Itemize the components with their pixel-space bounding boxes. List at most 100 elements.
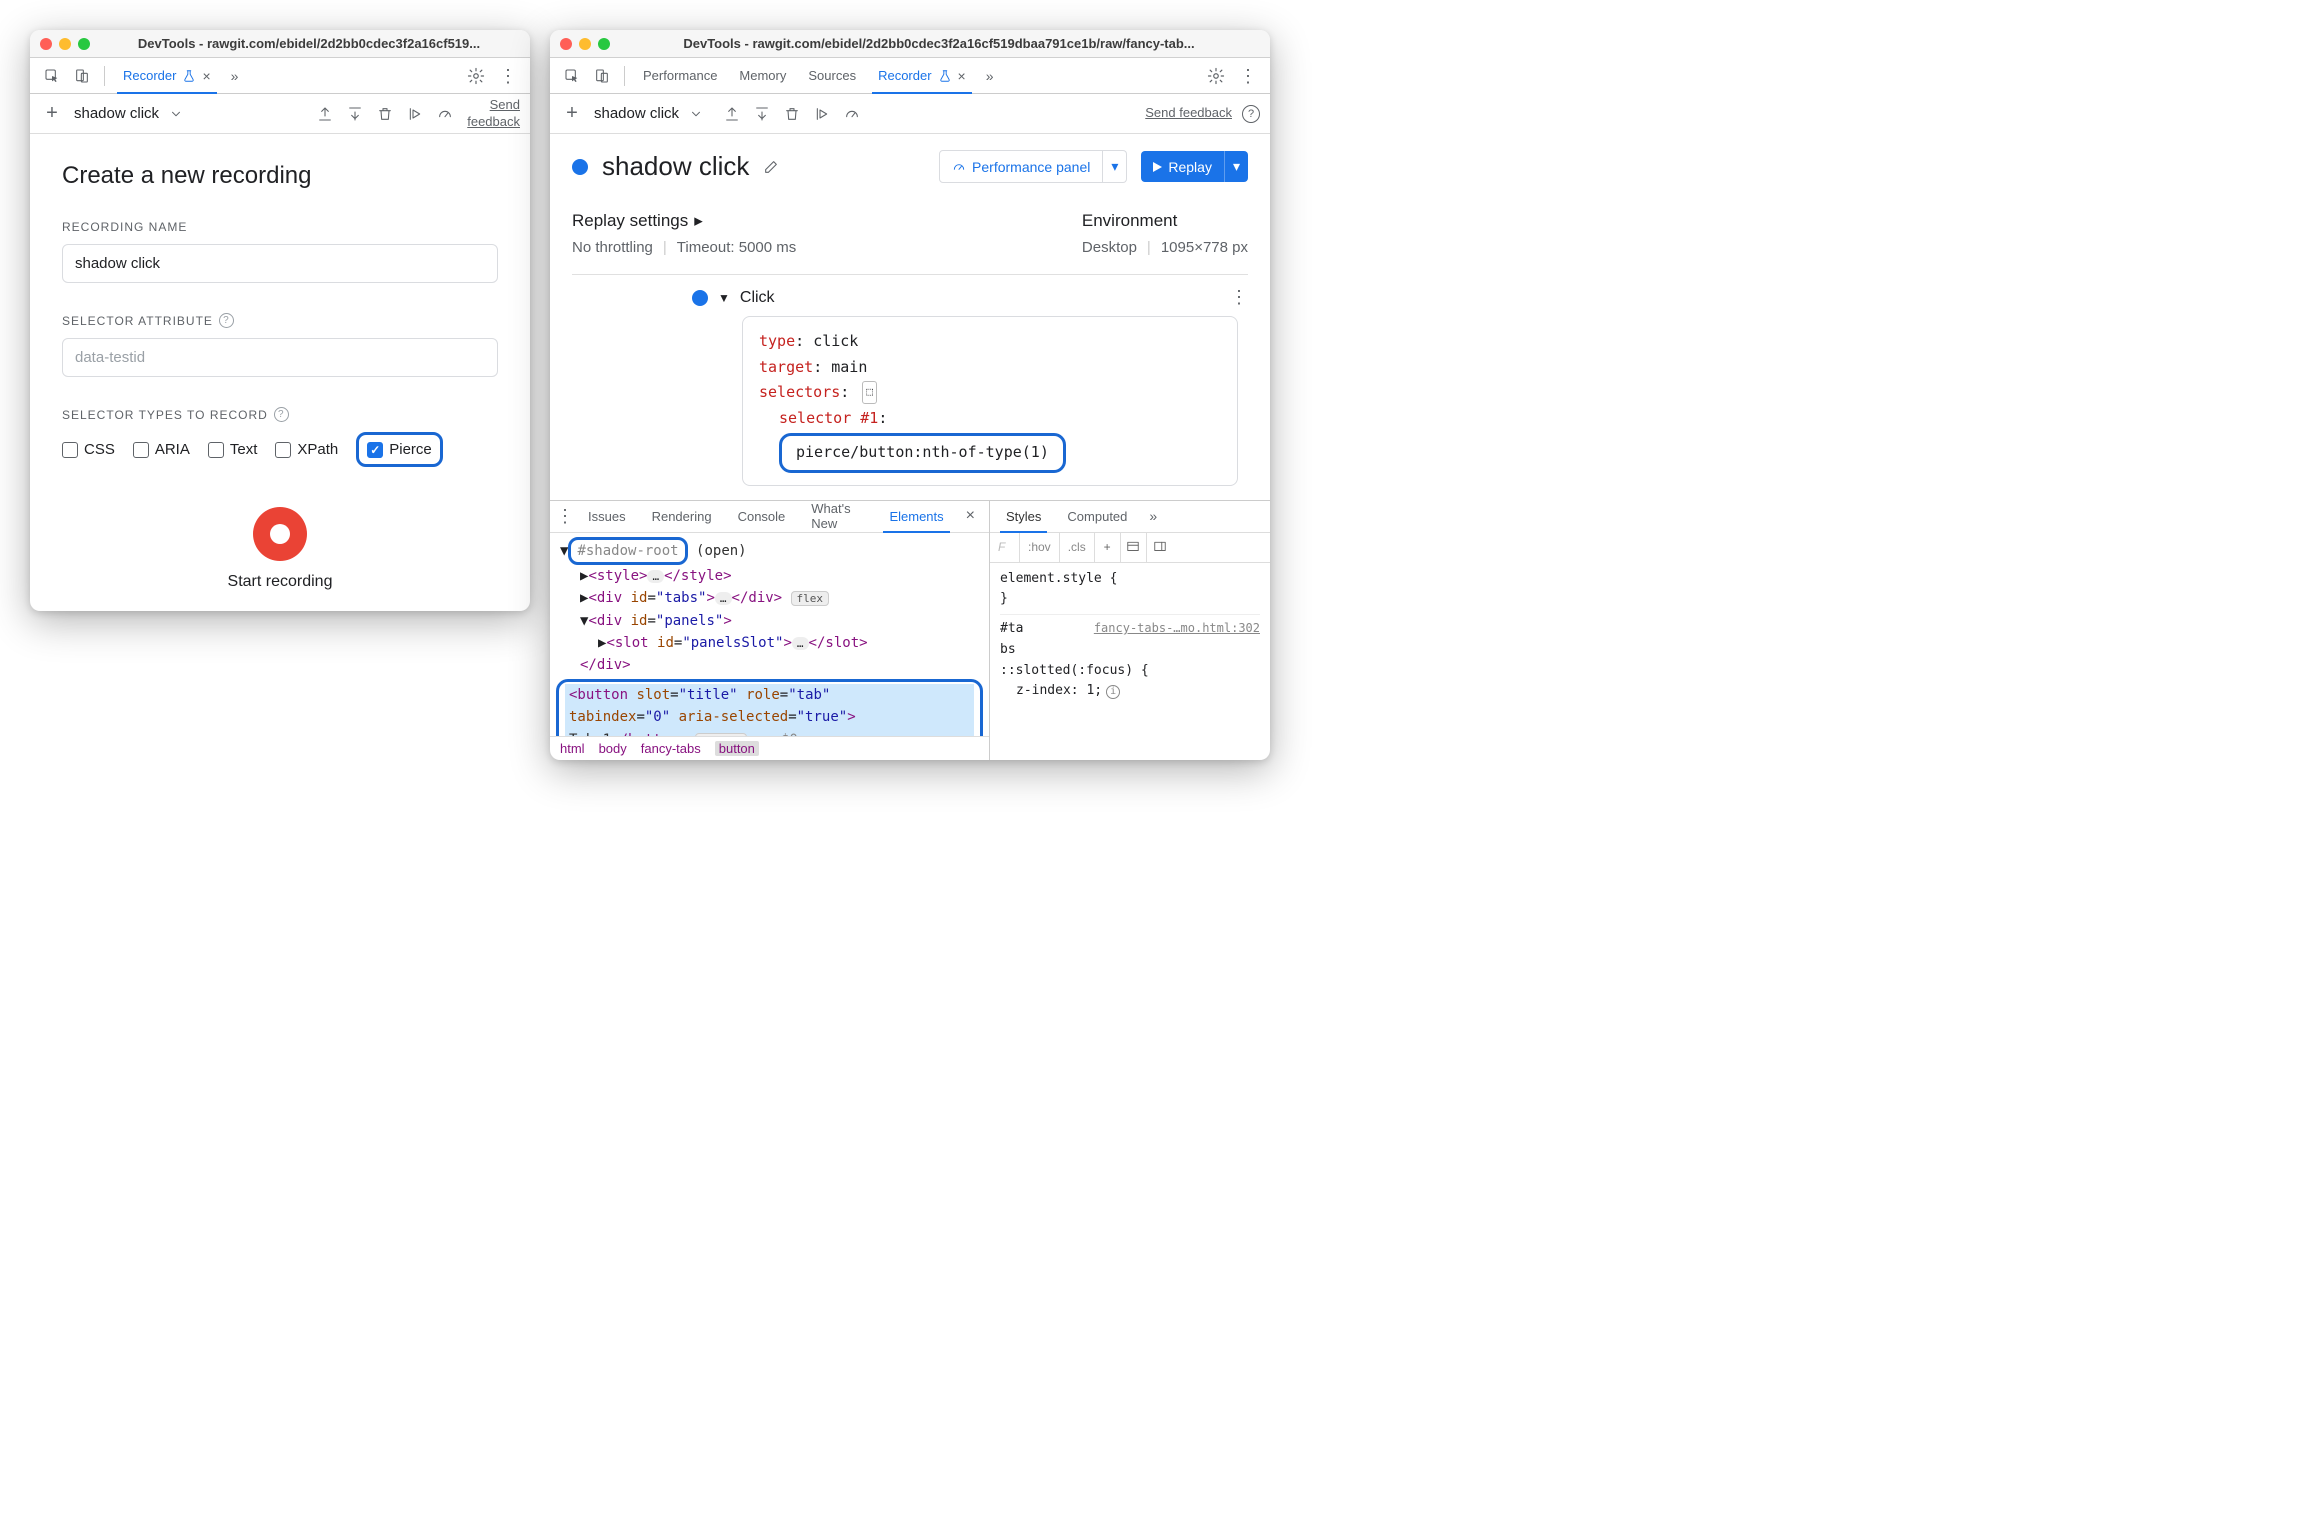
close-drawer-icon[interactable]: × [958, 507, 983, 525]
recording-name-input[interactable] [62, 244, 498, 283]
step-play-icon[interactable] [813, 105, 831, 123]
dom-line-selected[interactable]: <button slot="title" role="tab" [565, 684, 974, 706]
minimize-window-icon[interactable] [59, 38, 71, 50]
tab-elements[interactable]: Elements [877, 501, 955, 532]
recording-selector-label[interactable]: shadow click [74, 105, 159, 122]
new-recording-icon[interactable]: + [560, 102, 584, 125]
dom-line[interactable]: ▶<div id="tabs">…</div> flex [550, 587, 989, 609]
speed-icon[interactable] [436, 105, 454, 123]
crumb-fancy-tabs[interactable]: fancy-tabs [641, 741, 701, 756]
crumb-html[interactable]: html [560, 741, 585, 756]
tab-memory[interactable]: Memory [729, 58, 796, 93]
styles-rules[interactable]: element.style { } fancy-tabs-…mo.html:30… [990, 563, 1270, 760]
settings-gear-icon[interactable] [1202, 62, 1230, 90]
dom-line[interactable]: ▼<div id="panels"> [550, 610, 989, 632]
inspect-icon[interactable] [558, 62, 586, 90]
dom-line-selected[interactable]: Tab 1</button> ⬚ slot == $0 [565, 729, 974, 736]
delete-icon[interactable] [783, 105, 801, 123]
close-window-icon[interactable] [40, 38, 52, 50]
hov-toggle[interactable]: :hov [1020, 533, 1060, 562]
minimize-window-icon[interactable] [579, 38, 591, 50]
check-xpath[interactable]: XPath [275, 441, 338, 458]
close-window-icon[interactable] [560, 38, 572, 50]
new-recording-icon[interactable]: + [40, 102, 64, 125]
info-icon[interactable]: i [1106, 685, 1120, 699]
import-icon[interactable] [753, 105, 771, 123]
crumb-body[interactable]: body [599, 741, 627, 756]
settings-gear-icon[interactable] [462, 62, 490, 90]
device-toggle-icon[interactable] [68, 62, 96, 90]
performance-panel-button[interactable]: Performance panel [939, 150, 1103, 183]
step-play-icon[interactable] [406, 105, 424, 123]
recorder-toolbar: + shadow click Send feedback ? [550, 94, 1270, 134]
window-title: DevTools - rawgit.com/ebidel/2d2bb0cdec3… [98, 36, 520, 51]
tab-issues[interactable]: Issues [576, 501, 638, 532]
dom-tree[interactable]: ▼#shadow-root (open) ▶<style>…</style> ▶… [550, 533, 989, 736]
help-icon[interactable]: ? [274, 407, 289, 422]
chevron-down-icon[interactable] [169, 107, 183, 121]
tab-whatsnew[interactable]: What's New [799, 501, 875, 532]
dom-line[interactable]: </div> [550, 654, 989, 676]
tab-recorder[interactable]: Recorder × [113, 58, 221, 93]
more-tabs-icon[interactable]: » [223, 68, 247, 84]
close-tab-icon[interactable]: × [202, 68, 210, 84]
filter-input[interactable]: F [990, 533, 1020, 562]
dom-line[interactable]: ▶<slot id="panelsSlot">…</slot> [550, 632, 989, 654]
speed-icon[interactable] [843, 105, 861, 123]
crumb-button[interactable]: button [715, 741, 759, 756]
step-header[interactable]: ▼ Click ⋮ [572, 275, 1248, 316]
chevron-down-icon[interactable] [689, 107, 703, 121]
check-pierce[interactable]: Pierce [367, 441, 432, 458]
cls-toggle[interactable]: .cls [1060, 533, 1095, 562]
inspect-selector-icon[interactable]: ⬚ [862, 381, 877, 404]
drawer-menu-icon[interactable]: ⋮ [556, 502, 574, 530]
send-feedback-link[interactable]: Send feedback [1145, 105, 1232, 122]
edit-icon[interactable] [763, 159, 779, 175]
check-text[interactable]: Text [208, 441, 258, 458]
tab-recorder[interactable]: Recorder × [868, 58, 976, 93]
export-icon[interactable] [723, 105, 741, 123]
send-feedback-link[interactable]: Send feedback [464, 97, 520, 131]
source-link[interactable]: fancy-tabs-…mo.html:302 [1094, 619, 1260, 638]
help-icon[interactable]: ? [219, 313, 234, 328]
delete-icon[interactable] [376, 105, 394, 123]
layout-pane-icon[interactable] [1147, 533, 1173, 562]
selector-types-row: CSS ARIA Text XPath Pierce [62, 432, 498, 467]
check-css[interactable]: CSS [62, 441, 115, 458]
maximize-window-icon[interactable] [598, 38, 610, 50]
step-menu-icon[interactable]: ⋮ [1230, 287, 1248, 308]
kebab-menu-icon[interactable]: ⋮ [494, 62, 522, 90]
tab-styles[interactable]: Styles [994, 501, 1053, 532]
replay-settings-header[interactable]: Replay settings ▸ [572, 211, 796, 231]
new-rule-icon[interactable]: + [1095, 533, 1121, 562]
record-button-icon[interactable] [253, 507, 307, 561]
export-icon[interactable] [316, 105, 334, 123]
help-icon[interactable]: ? [1242, 105, 1260, 123]
more-tabs-icon[interactable]: » [1141, 508, 1165, 524]
dom-line-selected[interactable]: tabindex="0" aria-selected="true"> [565, 706, 974, 728]
flex-badge[interactable]: flex [791, 591, 830, 606]
perf-panel-caret[interactable]: ▾ [1103, 150, 1127, 183]
tab-computed[interactable]: Computed [1055, 501, 1139, 532]
recording-selector-label[interactable]: shadow click [594, 105, 679, 122]
dom-shadow-root[interactable]: ▼#shadow-root (open) [550, 537, 989, 565]
device-toggle-icon[interactable] [588, 62, 616, 90]
more-tabs-icon[interactable]: » [978, 68, 1002, 84]
import-icon[interactable] [346, 105, 364, 123]
close-tab-icon[interactable]: × [958, 68, 966, 84]
kebab-menu-icon[interactable]: ⋮ [1234, 62, 1262, 90]
separator [104, 66, 105, 86]
tab-performance[interactable]: Performance [633, 58, 727, 93]
recording-detail-panel: shadow click Performance panel ▾ Replay … [550, 134, 1270, 500]
tab-rendering[interactable]: Rendering [640, 501, 724, 532]
inspect-icon[interactable] [38, 62, 66, 90]
replay-caret[interactable]: ▾ [1224, 151, 1248, 182]
tab-console[interactable]: Console [726, 501, 798, 532]
tab-sources[interactable]: Sources [798, 58, 866, 93]
computed-sidebar-icon[interactable] [1121, 533, 1147, 562]
selector-attribute-input[interactable] [62, 338, 498, 377]
check-aria[interactable]: ARIA [133, 441, 190, 458]
maximize-window-icon[interactable] [78, 38, 90, 50]
replay-button[interactable]: Replay [1141, 151, 1224, 182]
dom-line[interactable]: ▶<style>…</style> [550, 565, 989, 587]
